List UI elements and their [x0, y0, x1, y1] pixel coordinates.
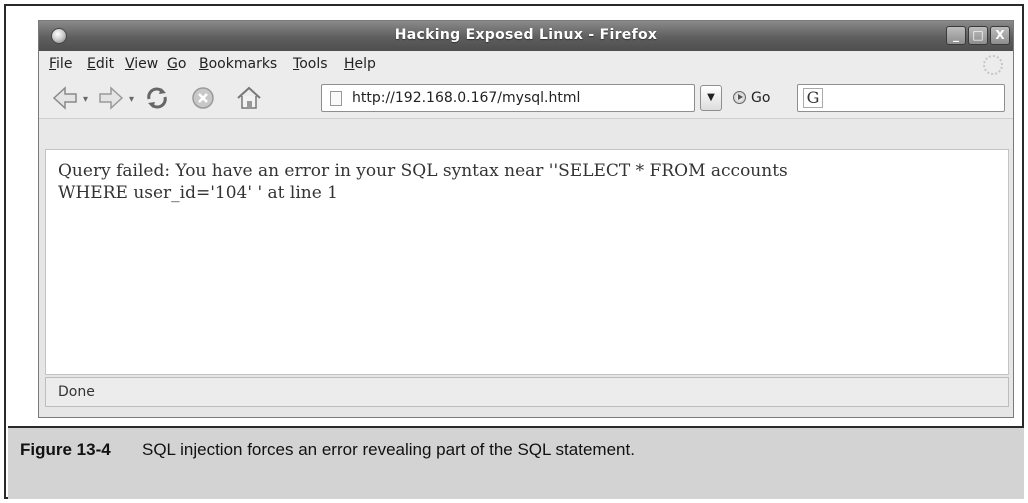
page-content: Query failed: You have an error in your … [45, 149, 1009, 375]
error-message-line-2: WHERE user_id='104' ' at line 1 [58, 183, 338, 203]
back-history-dropdown-icon[interactable]: ▾ [83, 94, 88, 105]
figure-label: Figure 13-4 [20, 440, 111, 459]
menu-tools[interactable]: Tools [293, 56, 328, 72]
go-label: Go [751, 90, 771, 106]
error-message: Query failed: You have an error in your … [58, 160, 1002, 204]
page-icon [330, 91, 342, 106]
navigation-toolbar: ▾ ▾ http://192.168.0.167/mysql.html ▼ Go… [39, 77, 1013, 119]
go-arrow-icon [733, 91, 746, 104]
url-history-dropdown-icon[interactable]: ▼ [700, 85, 722, 111]
menu-edit[interactable]: Edit [87, 56, 114, 72]
menu-bar: File Edit View Go Bookmarks Tools Help [39, 51, 1013, 77]
search-box[interactable]: G [797, 84, 1005, 112]
go-button[interactable]: Go [733, 90, 770, 106]
window-title: Hacking Exposed Linux - Firefox [394, 27, 658, 43]
forward-history-dropdown-icon[interactable]: ▾ [129, 94, 134, 105]
search-engine-google-icon[interactable]: G [803, 88, 823, 108]
error-message-line-1: Query failed: You have an error in your … [58, 161, 788, 181]
reload-icon[interactable] [143, 85, 171, 111]
close-button[interactable]: X [990, 26, 1010, 45]
url-bar[interactable]: http://192.168.0.167/mysql.html [321, 84, 695, 112]
back-arrow-icon[interactable] [51, 85, 79, 111]
figure-caption: Figure 13-4 SQL injection forces an erro… [8, 426, 1024, 499]
status-text: Done [58, 384, 95, 400]
bookmarks-toolbar [39, 119, 1013, 149]
figure-frame: Hacking Exposed Linux - Firefox _ □ X Fi… [4, 4, 1024, 499]
menu-go[interactable]: Go [167, 56, 186, 72]
activity-throbber-icon [983, 55, 1003, 75]
home-icon[interactable] [235, 85, 263, 111]
menu-view[interactable]: View [125, 56, 158, 72]
minimize-button[interactable]: _ [946, 26, 966, 45]
figure-caption-text: SQL injection forces an error revealing … [142, 440, 635, 459]
menu-file[interactable]: File [49, 56, 72, 72]
menu-bookmarks[interactable]: Bookmarks [199, 56, 277, 72]
status-bar: Done [45, 377, 1009, 407]
browser-window: Hacking Exposed Linux - Firefox _ □ X Fi… [38, 20, 1014, 418]
forward-arrow-icon[interactable] [97, 85, 125, 111]
stop-icon[interactable] [189, 85, 217, 111]
url-input[interactable]: http://192.168.0.167/mysql.html [352, 90, 580, 106]
maximize-button[interactable]: □ [968, 26, 988, 45]
title-bar[interactable]: Hacking Exposed Linux - Firefox _ □ X [39, 21, 1013, 51]
menu-help[interactable]: Help [344, 56, 376, 72]
